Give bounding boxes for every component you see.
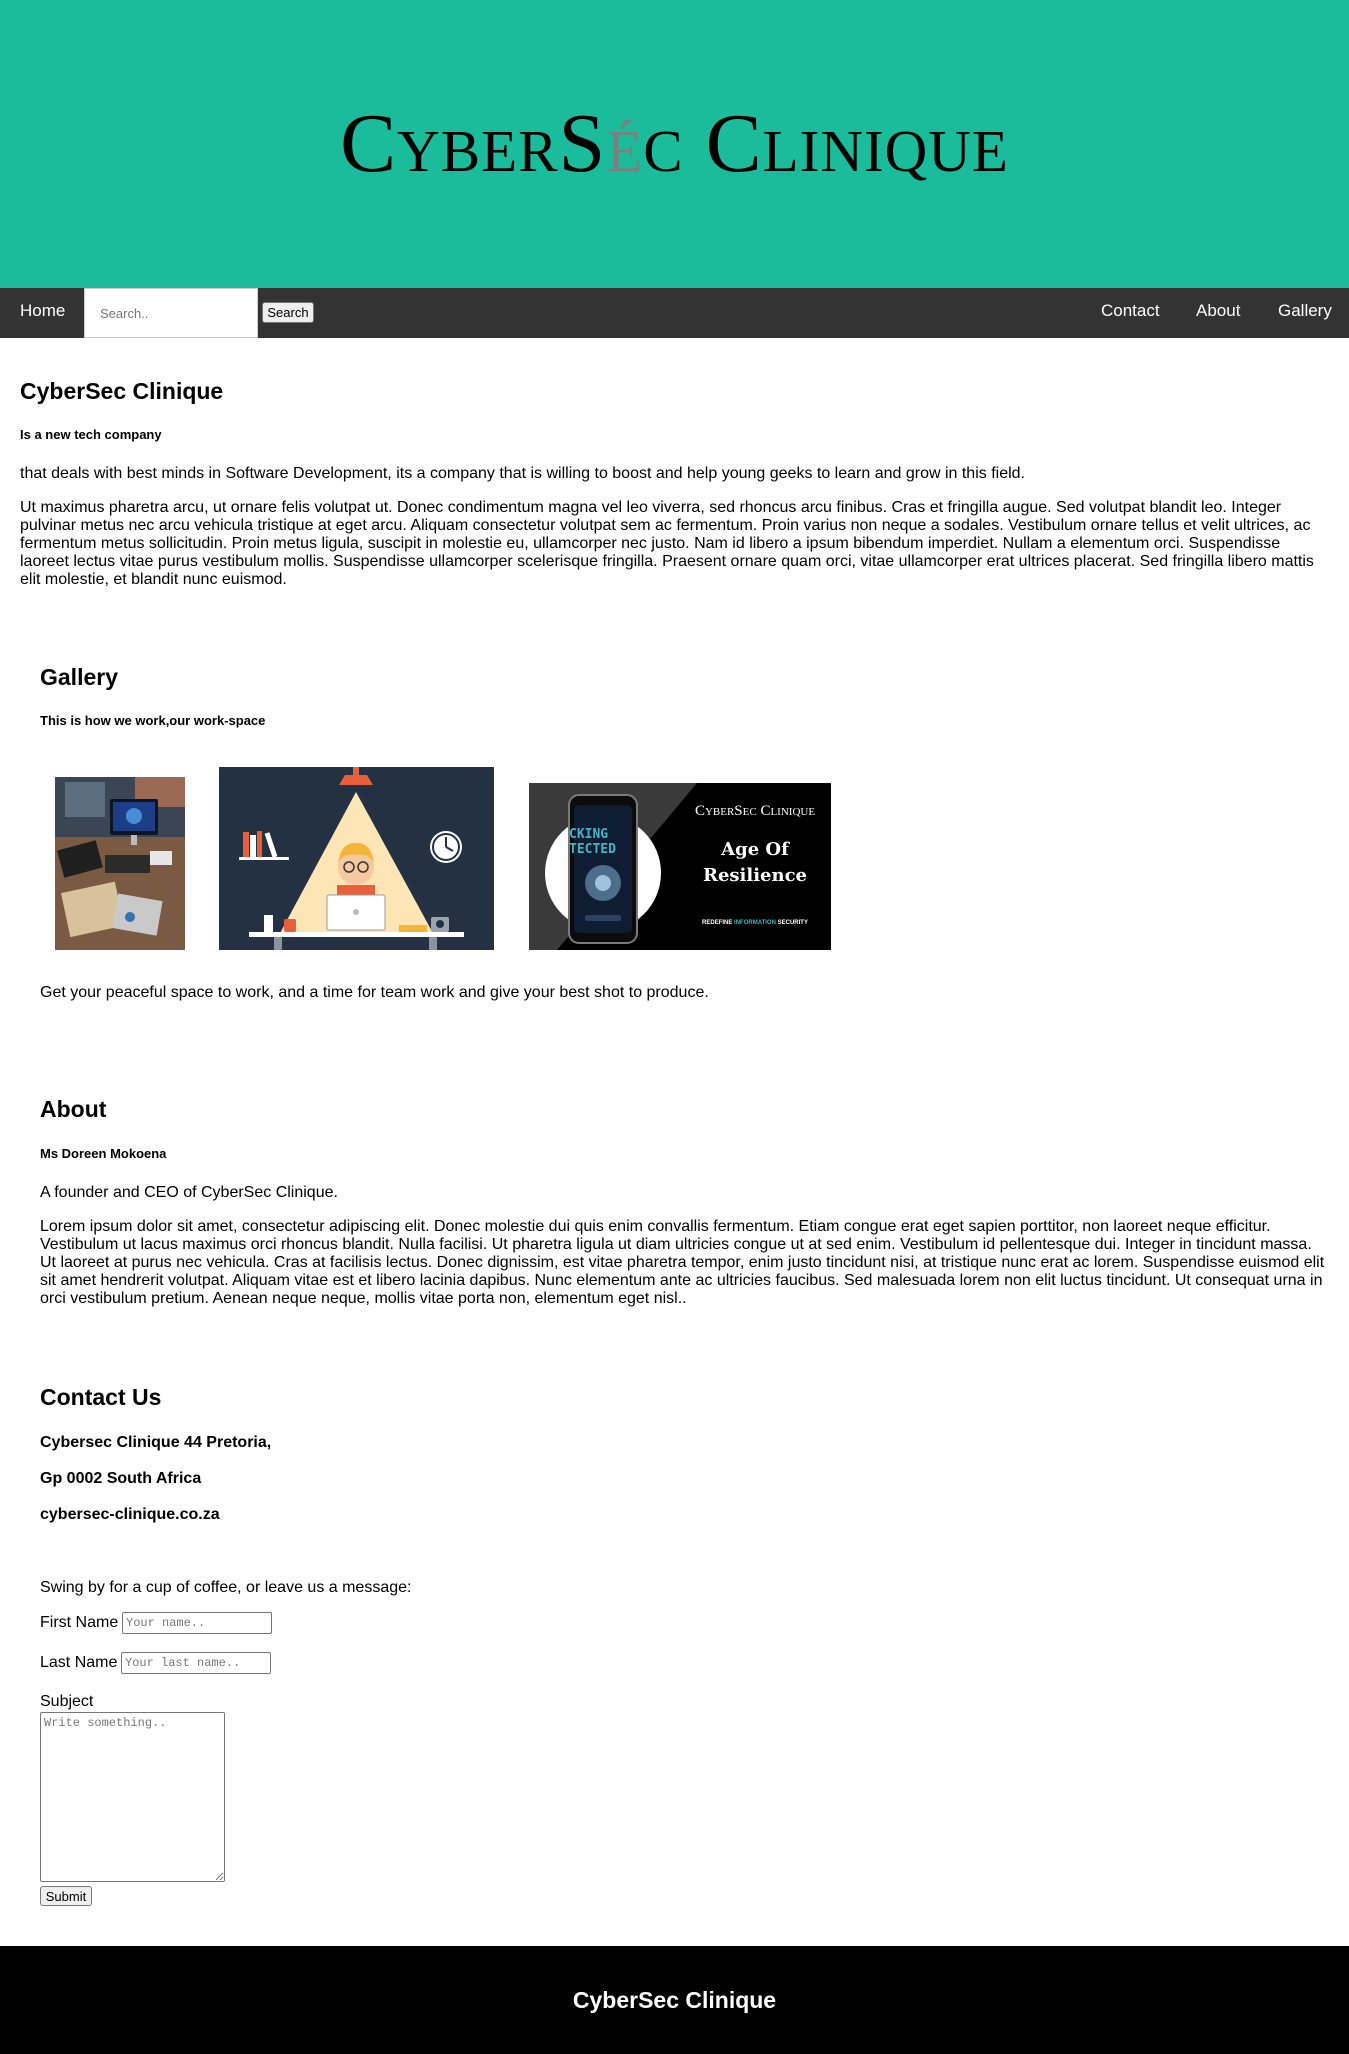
contact-title: Contact Us <box>40 1384 162 1410</box>
logo-text-end: c Clinique <box>643 97 1009 190</box>
intro-paragraph-1: that deals with best minds in Software D… <box>20 465 1025 482</box>
contact-intro: Swing by for a cup of coffee, or leave u… <box>40 1579 412 1596</box>
nav-about-link[interactable]: About <box>1196 288 1240 338</box>
banner-tagline-start: REDEFINE <box>702 920 735 926</box>
gallery-subtitle: This is how we work,our work-space <box>40 713 266 728</box>
nav-home-link[interactable]: Home <box>20 288 65 338</box>
contact-address-line-2: Gp 0002 South Africa <box>40 1470 202 1487</box>
top-navbar: Home Search Contact About Gallery <box>0 288 1349 338</box>
banner-phone-text-line-1: CKING <box>569 827 609 842</box>
intro-subtitle: Is a new tech company <box>20 427 162 442</box>
contact-website: cybersec-clinique.co.za <box>40 1506 220 1523</box>
footer-title: CyberSec Clinique <box>572 1987 777 2013</box>
logo-text-start: CyberS <box>340 97 607 190</box>
banner-tagline-end: SECURITY <box>775 920 808 926</box>
about-title: About <box>40 1096 107 1122</box>
site-header: CyberSéc Clinique <box>0 0 1349 288</box>
banner-headline-line-1: Age Of <box>721 839 789 860</box>
gallery-title: Gallery <box>40 664 118 690</box>
banner-tagline: REDEFINE INFORMATION SECURITY <box>679 920 831 926</box>
banner-headline: Age Of Resilience <box>679 837 831 889</box>
about-bio: Lorem ipsum dolor sit amet, consectetur … <box>40 1218 1325 1307</box>
nav-gallery-link[interactable]: Gallery <box>1278 288 1332 338</box>
contact-address-line-1: Cybersec Clinique 44 Pretoria, <box>40 1434 272 1451</box>
age-of-resilience-banner: CKING TECTED CyberSec Clinique Age Of Re… <box>529 783 831 950</box>
gallery-caption: Get your peaceful space to work, and a t… <box>40 984 709 1001</box>
about-role: A founder and CEO of CyberSec Clinique. <box>40 1184 338 1201</box>
banner-headline-line-2: Resilience <box>702 865 807 886</box>
first-name-field[interactable] <box>122 1612 272 1634</box>
submit-button[interactable]: Submit <box>40 1886 92 1906</box>
intro-title: CyberSec Clinique <box>20 378 224 404</box>
site-footer: CyberSec Clinique <box>0 1946 1349 2054</box>
first-name-label: First Name <box>40 1614 119 1631</box>
intro-paragraph-2: Ut maximus pharetra arcu, ut ornare feli… <box>20 499 1314 588</box>
banner-phone-screen-text: CKING TECTED <box>569 827 629 857</box>
search-button[interactable]: Search <box>262 302 314 323</box>
banner-tagline-accent: INFORMATION <box>734 920 776 926</box>
site-logo: CyberSéc Clinique <box>0 98 1349 190</box>
last-name-field[interactable] <box>121 1652 271 1674</box>
about-name: Ms Doreen Mokoena <box>40 1146 167 1161</box>
banner-phone-text-line-2: TECTED <box>569 842 616 857</box>
workspace-photo <box>55 777 185 950</box>
last-name-label: Last Name <box>40 1654 118 1671</box>
logo-accent-letter: é <box>606 97 644 190</box>
subject-textarea[interactable] <box>40 1712 225 1882</box>
banner-brand: CyberSec Clinique <box>694 803 816 819</box>
workspace-illustration <box>219 767 494 950</box>
nav-contact-link[interactable]: Contact <box>1101 288 1160 338</box>
subject-label: Subject <box>40 1693 94 1710</box>
search-input[interactable] <box>84 288 258 338</box>
